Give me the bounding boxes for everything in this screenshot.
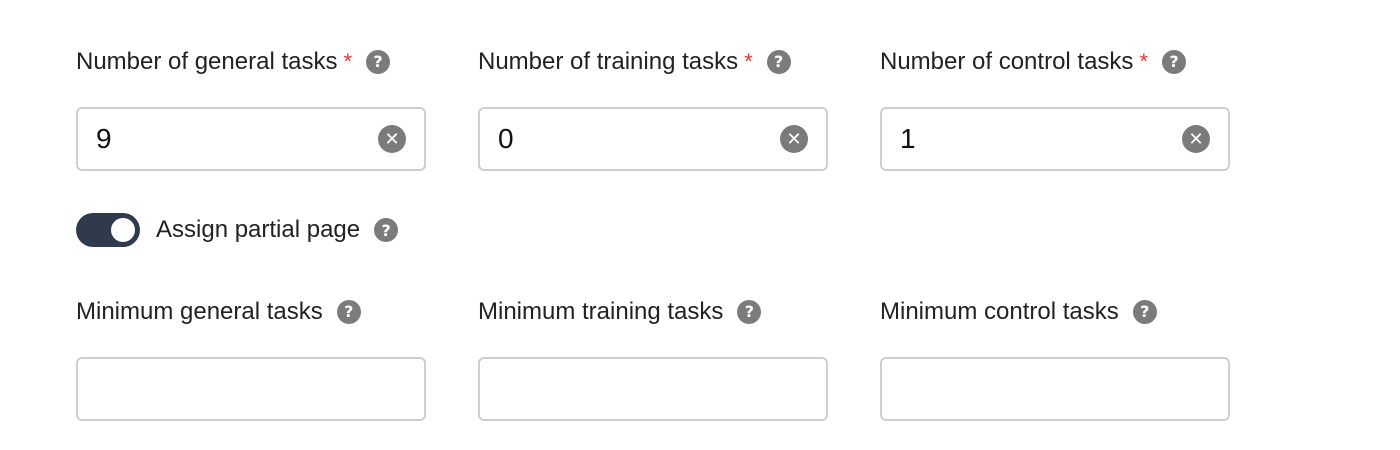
help-icon[interactable]: ?	[766, 50, 791, 74]
field-label-row: Minimum training tasks ?	[478, 295, 828, 329]
minimum-training-tasks-input[interactable]	[478, 357, 828, 421]
help-icon[interactable]: ?	[1162, 50, 1186, 74]
field-label-row: Number of general tasks * ?	[76, 45, 426, 79]
required-asterisk: *	[1139, 49, 1148, 74]
field-minimum-control-tasks: Minimum control tasks ?	[880, 295, 1230, 421]
minimum-general-tasks-input[interactable]	[76, 357, 426, 421]
field-label: Number of training tasks	[478, 48, 739, 75]
field-number-general-tasks: Number of general tasks * ? 9 ✕	[76, 45, 426, 171]
toggle-knob	[111, 218, 135, 242]
number-general-tasks-input[interactable]: 9 ✕	[76, 107, 426, 171]
field-label-row: Number of training tasks * ?	[478, 45, 828, 79]
field-number-training-tasks: Number of training tasks * ? 0 ✕	[478, 45, 828, 171]
field-label: Minimum training tasks	[478, 298, 724, 325]
input-value: 0	[498, 123, 514, 154]
minimum-control-tasks-input[interactable]	[880, 357, 1230, 421]
help-icon[interactable]: ?	[336, 300, 361, 324]
input-value: 9	[96, 123, 112, 154]
clear-icon[interactable]: ✕	[1182, 125, 1210, 153]
field-label: Number of general tasks	[76, 48, 338, 75]
field-number-control-tasks: Number of control tasks * ? 1 ✕	[880, 45, 1230, 171]
help-icon[interactable]: ?	[374, 218, 399, 242]
field-minimum-general-tasks: Minimum general tasks ?	[76, 295, 426, 421]
help-icon[interactable]: ?	[366, 50, 391, 74]
clear-icon[interactable]: ✕	[378, 125, 406, 153]
number-training-tasks-input[interactable]: 0 ✕	[478, 107, 828, 171]
input-value: 1	[900, 123, 916, 154]
help-icon[interactable]: ?	[1132, 300, 1157, 324]
field-label: Minimum control tasks	[880, 298, 1119, 325]
help-icon[interactable]: ?	[737, 300, 762, 324]
assign-partial-page-label: Assign partial page	[156, 216, 361, 243]
field-minimum-training-tasks: Minimum training tasks ?	[478, 295, 828, 421]
number-control-tasks-input[interactable]: 1 ✕	[880, 107, 1230, 171]
required-asterisk: *	[744, 49, 753, 74]
field-label: Minimum general tasks	[76, 298, 323, 325]
clear-icon[interactable]: ✕	[780, 125, 808, 153]
assign-partial-page-toggle[interactable]	[76, 213, 140, 247]
field-label: Number of control tasks	[880, 48, 1134, 75]
field-label-row: Minimum control tasks ?	[880, 295, 1230, 329]
required-asterisk: *	[343, 49, 353, 74]
assign-partial-page-row: Assign partial page ?	[76, 212, 399, 248]
field-label-row: Number of control tasks * ?	[880, 45, 1230, 79]
field-label-row: Minimum general tasks ?	[76, 295, 426, 329]
